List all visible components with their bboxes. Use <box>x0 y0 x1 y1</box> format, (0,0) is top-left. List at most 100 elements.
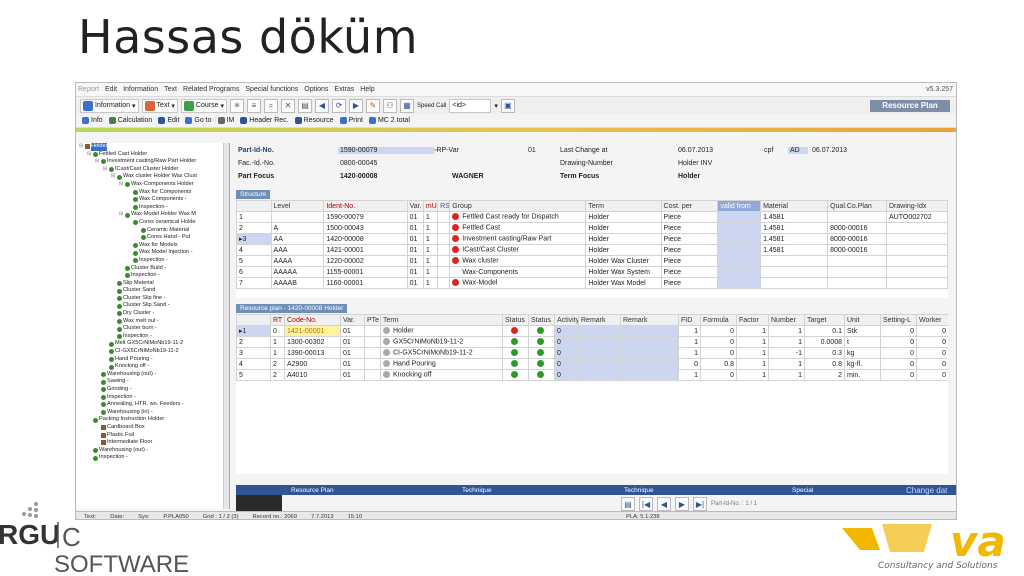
refresh-icon[interactable]: ⟳ <box>332 98 346 113</box>
resource-column-header[interactable]: RT <box>270 314 285 326</box>
tree-item[interactable]: Ceramic Material <box>76 227 229 235</box>
im-button[interactable]: IM <box>217 117 234 124</box>
tree-item[interactable]: Inspection - <box>76 204 229 212</box>
tree-item[interactable]: Wax for Models <box>76 242 229 250</box>
structure-row[interactable]: 7 AAAAB 1160-00001 01 1 Wax-Model Holder Wax M… <box>236 277 948 289</box>
tree-item[interactable]: Inspection - <box>76 394 229 402</box>
tree-item[interactable]: ⊟ Investment casting/Raw Part Holder <box>76 158 229 166</box>
resource-column-header[interactable]: Target <box>804 314 845 326</box>
tree-item[interactable]: Cluster Slip fine - <box>76 295 229 303</box>
edit-button[interactable]: Edit <box>158 117 179 124</box>
text-button[interactable]: Text ▾ <box>141 98 178 113</box>
structure-column-header[interactable]: Group <box>449 200 587 212</box>
structure-row[interactable]: 2 A 1500-00043 01 1 Fettled Cast Holder Piece 1.… <box>236 222 948 234</box>
structure-column-header[interactable]: Qual.Co.Plan <box>827 200 887 212</box>
structure-column-header[interactable]: mU <box>422 200 439 212</box>
menu-special-functions[interactable]: Special functions <box>245 86 298 93</box>
tree-item[interactable]: Cluster burn - <box>76 325 229 333</box>
part-id-field[interactable]: 1590-00079 <box>338 147 434 154</box>
tree-item[interactable]: Melt GX5CrNiMoNb19-11-2 <box>76 340 229 348</box>
menu-text[interactable]: Text <box>164 86 177 93</box>
tree-item[interactable]: Warehousing (in) - <box>76 409 229 417</box>
resource-column-header[interactable]: Term <box>380 314 503 326</box>
save-icon[interactable]: ▤ <box>621 497 635 511</box>
speed-call-dropdown-icon[interactable]: ▾ <box>494 102 498 110</box>
forward-icon[interactable]: ▶ <box>349 98 363 113</box>
structure-row[interactable]: ▸3 AA 1420-00008 01 1 Investment casting/Raw … <box>236 233 948 245</box>
goto-button[interactable]: Go to <box>185 117 212 124</box>
information-button[interactable]: Information ▾ <box>80 98 139 113</box>
resource-column-header[interactable]: Var. <box>340 314 365 326</box>
resource-column-header[interactable]: Status <box>528 314 555 326</box>
resource-column-header[interactable]: Setting-L <box>880 314 917 326</box>
tree-scrollbar[interactable] <box>223 143 229 509</box>
expand-icon[interactable]: ⊟ <box>111 173 116 181</box>
tree-item[interactable]: Cardboard Box <box>76 424 229 432</box>
structure-row[interactable]: 5 AAAA 1220-00002 01 1 Wax cluster Holder Wax … <box>236 255 948 267</box>
speed-call-input[interactable]: <id> <box>449 98 492 113</box>
structure-column-header[interactable] <box>236 200 272 212</box>
tree-item[interactable]: Cluster Build - <box>76 265 229 273</box>
tab-technique-1[interactable]: Technique <box>462 487 492 494</box>
tab-resource-plan[interactable]: Resource Plan <box>291 487 334 494</box>
resource-row[interactable]: 2 1 1300-00302 01 GX5CrNiMoNb19-11-2 0 1 0 1 1 0.0… <box>236 336 948 348</box>
asterisk-icon[interactable]: ✳ <box>230 98 244 113</box>
last-record-icon[interactable]: ▶| <box>693 497 707 511</box>
tree-item[interactable]: Warehousing (out) - <box>76 447 229 455</box>
tools-icon[interactable]: ✎ <box>366 98 380 113</box>
resource-column-header[interactable]: Activity <box>554 314 579 326</box>
tree-item[interactable]: Cores ceramical Holde <box>76 219 229 227</box>
print-icon[interactable]: ▤ <box>298 98 312 113</box>
resource-column-header[interactable]: Code-No. <box>284 314 341 326</box>
search-icon[interactable]: ⌕ <box>264 98 278 113</box>
info-button[interactable]: Info <box>82 117 103 124</box>
tree-item[interactable]: Wax Model Injection - <box>76 249 229 257</box>
tree-item[interactable]: Grinding - <box>76 386 229 394</box>
tree-item[interactable]: ⊟ ICast/Cast Cluster Holder <box>76 166 229 174</box>
tree-item[interactable]: Inspection - <box>76 454 229 462</box>
tree-item[interactable]: Dry Cluster - <box>76 310 229 318</box>
structure-row[interactable]: 1 1590-00079 01 1 Fettled Cast ready for Dis… <box>236 211 948 223</box>
menu-options[interactable]: Options <box>304 86 328 93</box>
resource-column-header[interactable]: Number <box>768 314 805 326</box>
resource-column-header[interactable]: Remark <box>578 314 621 326</box>
tab-special[interactable]: Special <box>792 487 813 494</box>
tree-item[interactable]: Hand Pouring - <box>76 356 229 364</box>
menu-help[interactable]: Help <box>360 86 374 93</box>
expand-icon[interactable]: ⊟ <box>119 181 124 189</box>
structure-column-header[interactable]: Material <box>760 200 829 212</box>
print-button[interactable]: Print <box>339 117 363 124</box>
resource-row[interactable]: ▸1 0 1421-00001 01 Holder 0 1 0 1 1 0.1 Stk 0 0 <box>236 325 948 337</box>
tree-item[interactable]: ⊟ Wax cluster Holder Wax Clust <box>76 173 229 181</box>
back-icon[interactable]: ◀ <box>315 98 329 113</box>
structure-column-header[interactable]: Level <box>270 200 325 212</box>
tree-item[interactable]: CI-GX5CrNiMoNb19-11-2 <box>76 348 229 356</box>
tree-item[interactable]: Intermediate Floor <box>76 439 229 447</box>
resource-row[interactable]: 4 2 A2900 01 Hand Pouring 0 0 0.8 1 1 0.8 kg-fl. 0 0 <box>236 358 948 370</box>
expand-icon[interactable]: ⊟ <box>87 151 92 159</box>
resource-column-header[interactable]: Remark <box>620 314 679 326</box>
tree-item[interactable]: ⊟ Fettled Cast Holder <box>76 151 229 159</box>
first-record-icon[interactable]: |◀ <box>639 497 653 511</box>
tree-item[interactable]: Cluster Sand <box>76 287 229 295</box>
resource-column-header[interactable]: PTe <box>364 314 381 326</box>
tree-item[interactable]: Packing Instruction Holder <box>76 416 229 424</box>
expand-icon[interactable]: ⊟ <box>95 158 100 166</box>
tree-item[interactable]: Warehousing (out) - <box>76 371 229 379</box>
resource-column-header[interactable]: Formula <box>700 314 737 326</box>
tree-item[interactable]: Inspection - <box>76 272 229 280</box>
resource-row[interactable]: 3 1 1390-00013 01 CI-GX5CrNiMoNb19-11-2 0 1 0 1-… <box>236 347 948 359</box>
tree-item[interactable]: Inspection - <box>76 333 229 341</box>
structure-column-header[interactable]: Ident-No. <box>323 200 408 212</box>
structure-row[interactable]: 6 AAAAA 1155-00001 01 1 Wax-Components Holder … <box>236 266 948 278</box>
delete-icon[interactable]: ✕ <box>281 98 295 113</box>
next-record-icon[interactable]: ▶ <box>675 497 689 511</box>
resource-cell-code[interactable]: 1421-00001 <box>284 325 341 337</box>
structure-column-header[interactable]: RS <box>437 200 451 212</box>
resource-column-header[interactable]: Factor <box>736 314 769 326</box>
structure-column-header[interactable]: Drawing-Idx <box>886 200 948 212</box>
tree-item[interactable]: Slip Material <box>76 280 229 288</box>
menu-information[interactable]: Information <box>123 86 158 93</box>
mc2-total-button[interactable]: MC 2 total <box>368 117 410 124</box>
tree-item[interactable]: Wax melt out - <box>76 318 229 326</box>
